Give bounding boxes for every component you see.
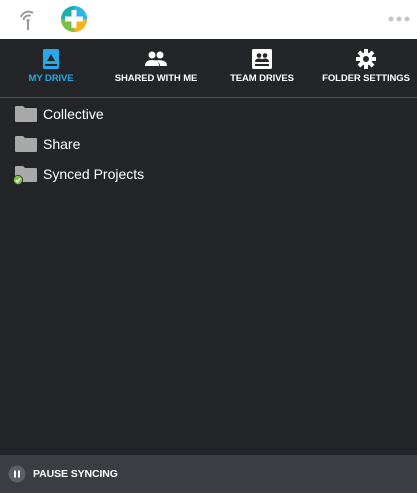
pause-syncing-label: PAUSE SYNCING <box>33 468 118 480</box>
pause-syncing-button[interactable]: PAUSE SYNCING <box>8 465 118 483</box>
tab-my-drive-label: MY DRIVE <box>28 73 74 84</box>
top-bar <box>0 0 417 39</box>
folder-name: Collective <box>43 106 104 122</box>
people-icon <box>145 51 167 66</box>
folder-icon <box>15 136 37 152</box>
folder-item-synced-projects[interactable]: Synced Projects <box>0 159 417 189</box>
tab-shared-with-me-label: SHARED WITH ME <box>114 73 198 84</box>
tab-team-drives[interactable]: TEAM DRIVES <box>226 39 298 98</box>
folder-list: Collective Share Synced Projects <box>0 99 417 189</box>
footer-bar: PAUSE SYNCING <box>0 455 417 493</box>
tab-shared-with-me[interactable]: SHARED WITH ME <box>112 39 200 98</box>
team-drive-icon <box>252 49 272 69</box>
more-dots-icon[interactable] <box>388 15 410 23</box>
plus-circle-logo-icon[interactable] <box>60 5 88 33</box>
pause-icon <box>8 465 26 483</box>
folder-item-collective[interactable]: Collective <box>0 99 417 129</box>
tab-my-drive[interactable]: MY DRIVE <box>22 39 80 98</box>
tab-team-drives-label: TEAM DRIVES <box>230 73 294 84</box>
folder-name: Synced Projects <box>43 166 145 182</box>
folder-name: Share <box>43 136 81 152</box>
folder-icon <box>15 106 37 122</box>
folder-item-share[interactable]: Share <box>0 129 417 159</box>
synced-check-icon <box>13 175 23 185</box>
drive-icon <box>43 49 59 69</box>
signal-icon[interactable] <box>17 9 37 31</box>
tab-folder-settings[interactable]: FOLDER SETTINGS <box>322 39 410 98</box>
gear-icon <box>356 49 376 69</box>
nav-tabs: MY DRIVE SHARED WITH ME TEAM DRIVES FOLD… <box>0 39 417 98</box>
tab-folder-settings-label: FOLDER SETTINGS <box>322 73 410 84</box>
